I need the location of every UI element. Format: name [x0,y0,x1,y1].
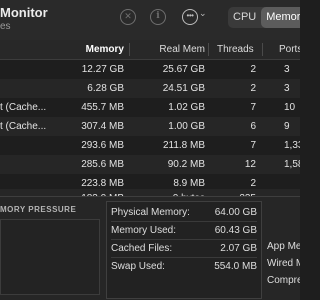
process-name: t (Cache... [0,102,47,113]
ports-value: 1,58 [284,159,300,170]
info-icon[interactable]: i [150,9,166,25]
stat-label: Swap Used: [111,261,165,272]
memory-value: 6.28 GB [87,83,124,94]
column-divider[interactable] [262,43,263,56]
activity-monitor-window: Monitor es ✕ i ••• ⌄ CPU Memory Memory R… [0,0,300,300]
real-mem-value: 211.8 MB [162,140,205,151]
ports-value: 3 [284,83,290,94]
memory-value: 307.4 MB [81,121,124,132]
chevron-down-icon[interactable]: ⌄ [199,8,207,19]
stat-row-swap-used: Swap Used: 554.0 MB [111,258,257,275]
threads-value: 2 [250,83,256,94]
column-header-threads[interactable]: Threads [217,40,254,59]
real-mem-value: 25.67 GB [162,64,205,75]
table-row[interactable]: 6.28 GB 24.51 GB 2 3 [0,79,300,98]
wired-memory-label: Wired M [267,258,300,269]
window-subtitle: es [0,21,11,32]
stat-row-physical-memory: Physical Memory: 64.00 GB [111,204,257,222]
stat-label: Memory Used: [111,225,177,236]
window-title: Monitor [0,5,48,20]
memory-pressure-graph [0,219,100,295]
view-tab-segmented-control: CPU Memory [228,7,300,28]
memory-value: 12.27 GB [81,64,124,75]
column-header-ports[interactable]: Ports [279,40,300,59]
real-mem-value: 24.51 GB [162,83,205,94]
threads-value: 6 [250,121,256,132]
table-row[interactable]: t (Cache... 455.7 MB 1.02 GB 7 10 [0,98,300,117]
memory-value: 293.6 MB [81,140,124,151]
stat-row-cached-files: Cached Files: 2.07 GB [111,240,257,258]
more-options-icon[interactable]: ••• [182,9,198,25]
memory-value: 285.6 MB [81,159,124,170]
memory-pressure-label: MORY PRESSURE [0,205,77,214]
real-mem-value: 1.02 GB [168,102,205,113]
compressed-memory-label: Compre [267,275,300,286]
stat-row-memory-used: Memory Used: 60.43 GB [111,222,257,240]
tab-memory[interactable]: Memory [261,7,300,28]
stat-value: 64.00 GB [214,207,257,218]
app-memory-label: App Mem [267,241,300,252]
ports-value: 1,33 [284,140,300,151]
column-divider[interactable] [208,43,209,56]
column-header-real-mem[interactable]: Real Mem [159,40,205,59]
stat-label: Cached Files: [111,243,173,254]
stat-value: 60.43 GB [214,225,257,236]
column-divider[interactable] [129,43,130,56]
table-row[interactable]: 285.6 MB 90.2 MB 12 1,58 [0,155,300,174]
stat-label: Physical Memory: [111,207,190,218]
real-mem-value: 90.2 MB [167,159,205,170]
column-header-memory[interactable]: Memory [86,40,124,59]
table-row[interactable]: 293.6 MB 211.8 MB 7 1,33 [0,136,300,155]
threads-value: 2 [250,64,256,75]
process-name: t (Cache... [0,121,47,132]
stat-value: 2.07 GB [220,243,257,254]
table-row[interactable]: 12.27 GB 25.67 GB 2 3 [0,60,300,79]
stop-process-icon[interactable]: ✕ [120,9,136,25]
threads-value: 7 [250,140,256,151]
memory-summary-panel: MORY PRESSURE Physical Memory: 64.00 GB … [0,196,300,300]
memory-value: 455.7 MB [81,102,124,113]
real-mem-value: 1.00 GB [168,121,205,132]
stat-value: 554.0 MB [214,261,257,272]
threads-value: 12 [244,159,256,170]
tab-cpu[interactable]: CPU [228,7,261,28]
ports-value: 9 [284,121,290,132]
table-row[interactable]: t (Cache... 307.4 MB 1.00 GB 6 9 [0,117,300,136]
threads-value: 7 [250,102,256,113]
table-header: Memory Real Mem Threads Ports [0,40,300,60]
ports-value: 3 [284,64,290,75]
ports-value: 10 [284,102,296,113]
memory-stats-box: Physical Memory: 64.00 GB Memory Used: 6… [106,201,262,299]
toolbar: Monitor es ✕ i ••• ⌄ CPU Memory [0,0,300,40]
